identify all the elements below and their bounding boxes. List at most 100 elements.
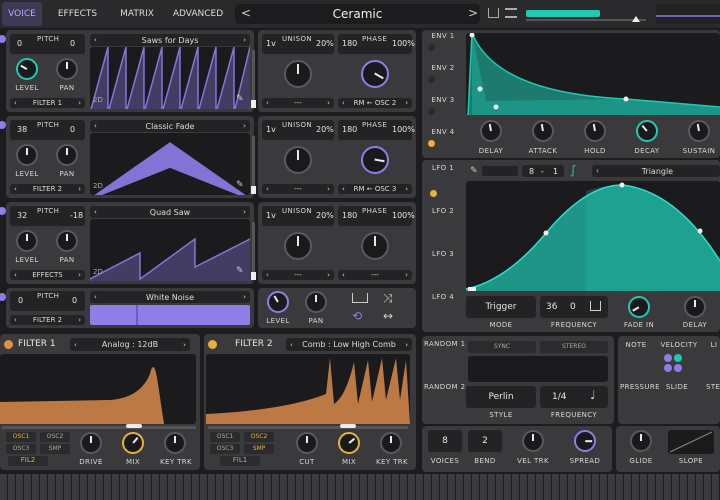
osc-unison-voices[interactable]: 1v <box>266 211 276 220</box>
osc-unison-voices[interactable]: 1v <box>266 39 276 48</box>
preset-prev-button[interactable]: < <box>241 6 251 20</box>
filter2-type-select[interactable]: ‹ Comb : Low High Comb › <box>286 338 412 351</box>
osc-phase-value[interactable]: 180 <box>342 211 357 220</box>
osc-frame-handle[interactable] <box>251 272 256 280</box>
filter2-cutoff-slider[interactable] <box>208 426 408 429</box>
filter2-keytrk-knob[interactable] <box>380 432 402 454</box>
filter1-cutoff-handle[interactable] <box>126 424 142 428</box>
edit-icon[interactable]: ✎ <box>236 94 244 104</box>
osc-phase-random[interactable]: 100% <box>392 211 415 220</box>
env-tab[interactable]: ENV 1 <box>428 32 458 40</box>
filter1-keytrk-knob[interactable] <box>164 432 186 454</box>
osc-unison-voices[interactable]: 1v <box>266 125 276 134</box>
filter2-route-badge[interactable]: FIL1 <box>220 456 260 466</box>
filter2-osc-route-button[interactable]: SMP <box>244 444 274 454</box>
osc-tune-value[interactable]: 0 <box>70 125 75 134</box>
filter1-osc-route-button[interactable]: OSC2 <box>40 432 70 442</box>
veltrk-knob[interactable] <box>522 430 544 452</box>
filter2-cut-knob[interactable] <box>296 432 318 454</box>
noise-right-value[interactable]: 0 <box>72 296 77 305</box>
lfo-smooth-slider[interactable] <box>482 166 518 176</box>
osc-dimension-label[interactable]: 2D <box>93 268 103 276</box>
env-hold-knob[interactable] <box>584 120 606 142</box>
osc-level-knob[interactable] <box>16 144 38 166</box>
lfo-tempo-icon[interactable] <box>590 301 601 311</box>
osc-wavetable-select[interactable]: ‹ Classic Fade › <box>90 120 250 132</box>
note-icon[interactable]: ♩ <box>590 388 596 402</box>
tab-effects[interactable]: EFFECTS <box>50 0 105 28</box>
osc-pan-knob[interactable] <box>56 58 78 80</box>
lfo-freq-b[interactable]: 0 <box>570 302 576 312</box>
osc-unison-select[interactable]: ‹ --- › <box>262 184 334 194</box>
keytrack-icon[interactable] <box>352 293 368 303</box>
filter2-mix-knob[interactable] <box>338 432 360 454</box>
osc-unison-select[interactable]: ‹ --- › <box>262 270 334 280</box>
lfo-tab[interactable]: LFO 3 <box>428 250 458 258</box>
lfo-tab[interactable]: LFO 4 <box>428 293 458 301</box>
env-tab[interactable]: ENV 4 <box>428 128 458 136</box>
osc-ringmod-select[interactable]: ‹ RM ← OSC 2 › <box>338 98 412 108</box>
filter2-osc-route-button[interactable]: OSC1 <box>210 432 240 442</box>
osc-frame-handle[interactable] <box>251 100 256 108</box>
glide-knob[interactable] <box>630 430 652 452</box>
random-frequency-value[interactable]: 1/4 <box>552 392 566 402</box>
osc-phase-random[interactable]: 100% <box>392 39 415 48</box>
filter1-cutoff-slider[interactable] <box>2 426 196 429</box>
osc-pan-knob[interactable] <box>56 144 78 166</box>
filter1-power-toggle[interactable] <box>4 340 13 349</box>
menu-icon[interactable] <box>505 8 517 18</box>
random-style-value[interactable]: Perlin <box>466 392 536 402</box>
osc-unison-detune[interactable]: 20% <box>316 39 334 48</box>
voices-value[interactable]: 8 <box>428 436 462 446</box>
mod-velocity[interactable]: VELOCITY <box>660 341 698 349</box>
osc-dimension-label[interactable]: 2D <box>93 96 103 104</box>
osc-frame-handle[interactable] <box>251 186 256 194</box>
osc-unison-detune[interactable]: 20% <box>316 211 334 220</box>
filter1-route-badge[interactable]: FIL2 <box>8 456 48 466</box>
noise-filter-select[interactable]: ‹ FILTER 2 › <box>10 315 85 325</box>
osc-destination-select[interactable]: ‹ EFFECTS › <box>10 270 85 280</box>
filter1-mix-knob[interactable] <box>122 432 144 454</box>
lfo-tab[interactable]: LFO 1 <box>428 164 458 172</box>
osc-phase-knob[interactable] <box>361 60 389 88</box>
spread-knob[interactable] <box>574 430 596 452</box>
osc-level-knob[interactable] <box>16 230 38 252</box>
osc-wavetable-select[interactable]: ‹ Saws for Days › <box>90 34 250 46</box>
osc-ringmod-select[interactable]: ‹ RM ← OSC 3 › <box>338 184 412 194</box>
env-decay-knob[interactable] <box>636 120 658 142</box>
mod-stereo[interactable]: STE <box>706 383 720 391</box>
osc-unison-knob[interactable] <box>284 60 312 88</box>
volume-slider[interactable] <box>526 19 646 21</box>
filter1-type-select[interactable]: ‹ Analog : 12dB › <box>70 338 190 351</box>
filter1-osc-route-button[interactable]: OSC1 <box>6 432 36 442</box>
save-icon[interactable] <box>488 8 499 18</box>
filter2-osc-route-button[interactable]: OSC2 <box>244 432 274 442</box>
osc-transpose-value[interactable]: 32 <box>17 211 27 220</box>
shuffle-icon[interactable]: ⤨ <box>383 291 393 306</box>
osc-phase-random[interactable]: 100% <box>392 125 415 134</box>
mod-slide[interactable]: SLIDE <box>664 383 690 391</box>
noise-pan-knob[interactable] <box>305 291 327 313</box>
lfo-beats[interactable]: 8 <box>529 167 534 176</box>
env-attack-knob[interactable] <box>532 120 554 142</box>
osc-wavetable-select[interactable]: ‹ Quad Saw › <box>90 206 250 218</box>
noise-level-knob[interactable] <box>267 291 289 313</box>
osc-unison-select[interactable]: ‹ --- › <box>262 98 334 108</box>
osc-dimension-label[interactable]: 2D <box>93 182 103 190</box>
osc-phase-value[interactable]: 180 <box>342 125 357 134</box>
env-delay-knob[interactable] <box>480 120 502 142</box>
osc-phase-value[interactable]: 180 <box>342 39 357 48</box>
mod-pressure[interactable]: PRESSURE <box>620 383 660 391</box>
lfo-delay-knob[interactable] <box>684 296 706 318</box>
preset-next-button[interactable]: > <box>468 6 478 20</box>
noise-type-select[interactable]: ‹ White Noise › <box>90 291 250 303</box>
filter1-osc-route-button[interactable]: OSC3 <box>6 444 36 454</box>
bend-value[interactable]: 2 <box>468 436 502 446</box>
tab-advanced[interactable]: ADVANCED <box>168 0 228 28</box>
osc-tune-value[interactable]: 0 <box>70 39 75 48</box>
osc-ringmod-select[interactable]: ‹ --- › <box>338 270 412 280</box>
osc-unison-detune[interactable]: 20% <box>316 125 334 134</box>
osc-tune-value[interactable]: -18 <box>70 211 83 220</box>
random-stereo-button[interactable]: STEREO <box>540 341 608 353</box>
mod-note[interactable]: NOTE <box>622 341 650 349</box>
